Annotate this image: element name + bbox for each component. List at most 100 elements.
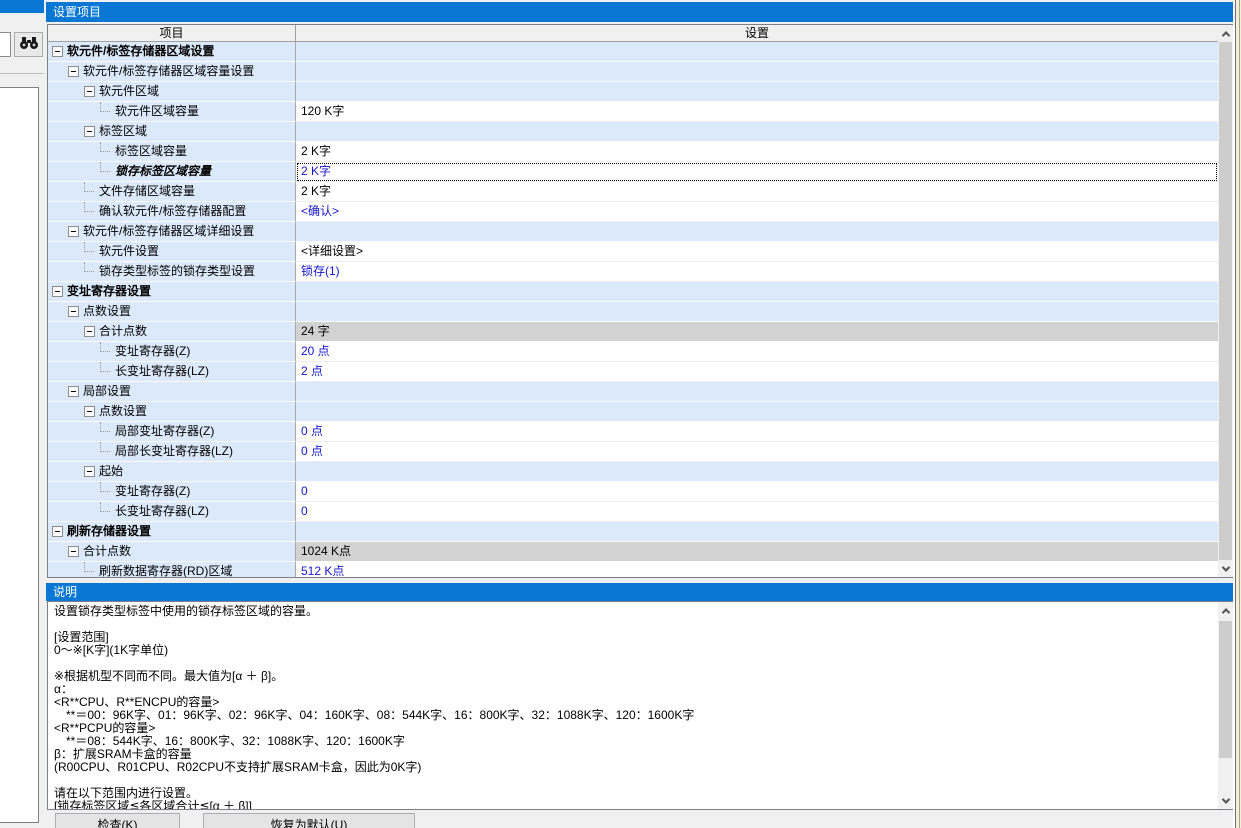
tree-item-label[interactable]: 局部变址寄存器(Z): [48, 422, 296, 442]
tree-item-label[interactable]: 软元件/标签存储器区域详细设置: [48, 222, 296, 242]
tree-item-label[interactable]: 刷新存储器设置: [48, 522, 296, 542]
scrollbar-thumb[interactable]: [1219, 42, 1232, 560]
item-label-text: 长变址寄存器(LZ): [115, 362, 209, 381]
settings-rows: 软元件/标签存储器区域设置软元件/标签存储器区域容量设置软元件区域软元件区域容量…: [48, 42, 1218, 577]
tree-item-label[interactable]: 软元件区域: [48, 82, 296, 102]
setting-value-cell[interactable]: 0: [296, 502, 1218, 522]
restore-default-button[interactable]: 恢复为默认(U): [203, 813, 415, 828]
setting-value-cell[interactable]: 20 点: [296, 342, 1218, 362]
column-header-item[interactable]: 项目: [48, 25, 296, 41]
tree-connector-icon: [100, 102, 110, 112]
tree-item-label[interactable]: 合计点数: [48, 542, 296, 562]
setting-value-cell[interactable]: 512 K点: [296, 562, 1218, 577]
tree-connector-icon: [84, 562, 94, 572]
setting-value-cell[interactable]: 2 点: [296, 362, 1218, 382]
settings-table-scrollbar[interactable]: [1218, 25, 1233, 577]
setting-value-cell[interactable]: 2 K字: [296, 162, 1218, 182]
description-line: [锁存标签区域≦各区域合计≦[α ＋ β]]: [54, 800, 1217, 810]
setting-value-cell[interactable]: 24 字: [296, 322, 1218, 342]
collapse-box-icon[interactable]: [84, 126, 95, 137]
tree-connector-icon: [84, 202, 94, 212]
scroll-up-button[interactable]: [1218, 25, 1233, 42]
table-row: 确认软元件/标签存储器配置 <确认>: [48, 202, 1218, 222]
collapse-box-icon[interactable]: [84, 86, 95, 97]
setting-value-cell[interactable]: 120 K字: [296, 102, 1218, 122]
tree-item-label[interactable]: 变址寄存器(Z): [48, 342, 296, 362]
tree-item-label[interactable]: 变址寄存器(Z): [48, 482, 296, 502]
tree-item-label[interactable]: 长变址寄存器(LZ): [48, 502, 296, 522]
tree-item-label[interactable]: 起始: [48, 462, 296, 482]
search-input[interactable]: [0, 32, 11, 57]
tree-item-label[interactable]: 锁存标签区域容量: [48, 162, 296, 182]
table-row: 标签区域容量 2 K字: [48, 142, 1218, 162]
description-panel: 设置锁存类型标签中使用的锁存标签区域的容量。 [设置范围]0～※[K字](1K字…: [47, 601, 1234, 810]
item-label-text: 确认软元件/标签存储器配置: [99, 202, 246, 221]
tree-connector-icon: [84, 242, 94, 252]
tree-item-label[interactable]: 点数设置: [48, 402, 296, 422]
collapse-box-icon[interactable]: [52, 46, 63, 57]
left-pane-divider: [0, 73, 44, 74]
description-line: **＝08：544K字、16：800K字、32：1088K字、120：1600K…: [54, 735, 1217, 748]
tree-item-label[interactable]: 文件存储区域容量: [48, 182, 296, 202]
tree-item-label[interactable]: 锁存类型标签的锁存类型设置: [48, 262, 296, 282]
scrollbar-thumb[interactable]: [1219, 621, 1232, 758]
setting-value-cell[interactable]: 1024 K点: [296, 542, 1218, 562]
tree-item-label[interactable]: 软元件设置: [48, 242, 296, 262]
scroll-down-button[interactable]: [1218, 792, 1233, 809]
tree-item-label[interactable]: 标签区域: [48, 122, 296, 142]
item-label-text: 标签区域容量: [115, 142, 187, 161]
setting-value-cell[interactable]: <确认>: [296, 202, 1218, 222]
column-header-setting[interactable]: 设置: [296, 25, 1218, 41]
tree-item-label[interactable]: 刷新数据寄存器(RD)区域: [48, 562, 296, 577]
tree-item-label[interactable]: 局部设置: [48, 382, 296, 402]
collapse-box-icon[interactable]: [84, 406, 95, 417]
collapse-box-icon[interactable]: [52, 286, 63, 297]
scroll-up-button[interactable]: [1218, 602, 1233, 619]
collapse-box-icon[interactable]: [84, 466, 95, 477]
description-scrollbar[interactable]: [1218, 602, 1233, 809]
tree-item-label[interactable]: 软元件/标签存储器区域容量设置: [48, 62, 296, 82]
left-pane-list[interactable]: [0, 87, 39, 823]
tree-item-label[interactable]: 标签区域容量: [48, 142, 296, 162]
tree-item-label[interactable]: 软元件区域容量: [48, 102, 296, 122]
description-line: 0～※[K字](1K字单位): [54, 644, 1217, 657]
tree-item-label[interactable]: 确认软元件/标签存储器配置: [48, 202, 296, 222]
tree-item-label[interactable]: 长变址寄存器(LZ): [48, 362, 296, 382]
tree-item-label[interactable]: 变址寄存器设置: [48, 282, 296, 302]
setting-cell-empty: [296, 462, 1218, 482]
item-label-text: 软元件设置: [99, 242, 159, 261]
description-line: 设置锁存类型标签中使用的锁存标签区域的容量。: [54, 605, 1217, 618]
tree-item-label[interactable]: 合计点数: [48, 322, 296, 342]
table-row: 标签区域: [48, 122, 1218, 142]
setting-value-cell[interactable]: 0 点: [296, 442, 1218, 462]
table-row: 局部设置: [48, 382, 1218, 402]
collapse-box-icon[interactable]: [68, 226, 79, 237]
setting-value-cell[interactable]: 锁存(1): [296, 262, 1218, 282]
check-button[interactable]: 检查(K): [55, 813, 180, 828]
tree-connector-icon: [100, 342, 110, 352]
find-button[interactable]: [14, 32, 43, 57]
table-row: 软元件/标签存储器区域设置: [48, 42, 1218, 62]
table-row: 合计点数1024 K点: [48, 542, 1218, 562]
setting-value-cell[interactable]: 2 K字: [296, 182, 1218, 202]
scroll-down-button[interactable]: [1218, 560, 1233, 577]
setting-value-cell[interactable]: <详细设置>: [296, 242, 1218, 262]
collapse-box-icon[interactable]: [68, 546, 79, 557]
collapse-box-icon[interactable]: [68, 66, 79, 77]
tree-item-label[interactable]: 点数设置: [48, 302, 296, 322]
tree-item-label[interactable]: 局部长变址寄存器(LZ): [48, 442, 296, 462]
setting-value-cell[interactable]: 0 点: [296, 422, 1218, 442]
binoculars-icon: [19, 36, 39, 53]
collapse-box-icon[interactable]: [68, 386, 79, 397]
tree-item-label[interactable]: 软元件/标签存储器区域设置: [48, 42, 296, 62]
collapse-box-icon[interactable]: [68, 306, 79, 317]
collapse-box-icon[interactable]: [52, 526, 63, 537]
setting-cell-empty: [296, 282, 1218, 302]
setting-value-cell[interactable]: 0: [296, 482, 1218, 502]
chevron-up-icon: [1221, 608, 1229, 616]
setting-value-cell[interactable]: 2 K字: [296, 142, 1218, 162]
left-pane-titlebar: [0, 0, 44, 13]
item-label-text: 变址寄存器设置: [67, 282, 151, 301]
tree-connector-icon: [100, 502, 110, 512]
collapse-box-icon[interactable]: [84, 326, 95, 337]
